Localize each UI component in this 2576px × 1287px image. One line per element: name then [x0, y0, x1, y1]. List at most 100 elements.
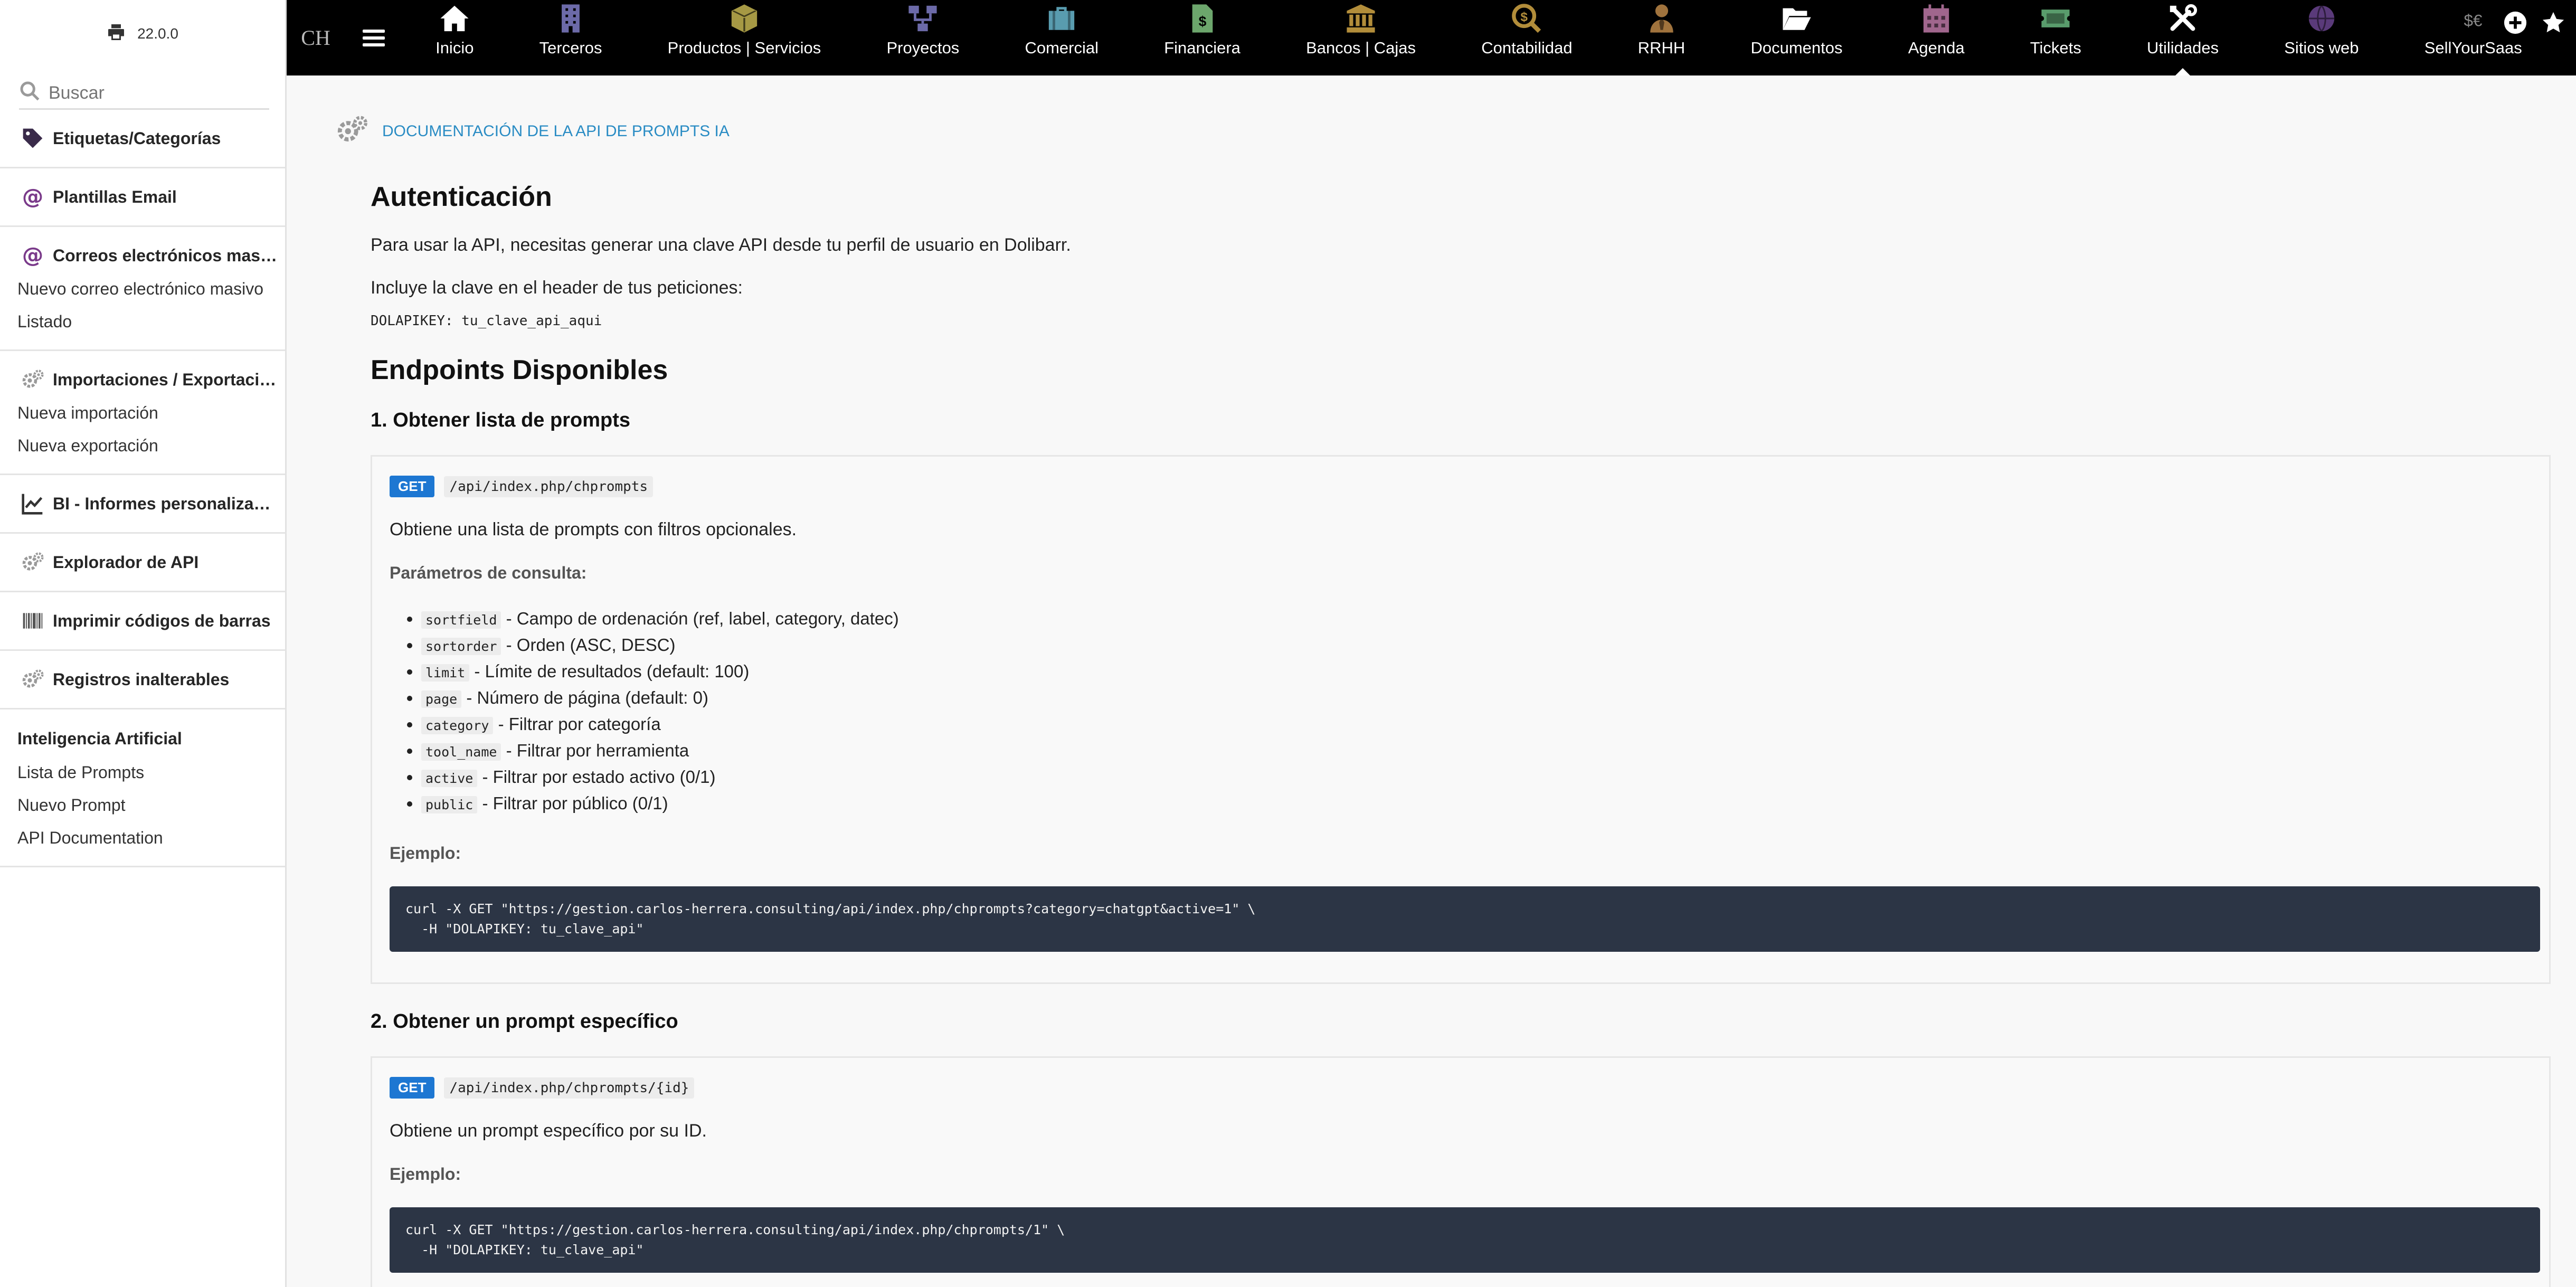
sidebar-menu-heading[interactable]: Explorador de API: [0, 545, 285, 579]
star-icon[interactable]: [2541, 11, 2565, 37]
sidebar-submenu-item[interactable]: Nuevo correo electrónico masivo: [0, 272, 285, 305]
sidebar-submenu-item[interactable]: API Documentation: [0, 821, 285, 854]
bank-icon: [1345, 3, 1377, 34]
saas-icon: $€: [2457, 3, 2489, 34]
sidebar-menu-heading[interactable]: Registros inalterables: [0, 663, 285, 696]
auth-heading: Autenticación: [371, 182, 552, 212]
ticket-icon: [2040, 3, 2071, 34]
param-name: public: [421, 796, 478, 813]
accounting-icon: $: [1511, 3, 1542, 34]
version-label: 22.0.0: [137, 25, 178, 42]
printer-icon[interactable]: [107, 23, 126, 45]
sidebar-menu: Etiquetas/Categorías @ Plantillas Email @ Co…: [0, 110, 285, 867]
folder-open-icon: [1781, 3, 1813, 34]
topnav-item-sitios-web[interactable]: Sitios web: [2284, 0, 2359, 75]
sidebar-block: Importaciones / Exportaciones Nueva impor…: [0, 351, 285, 475]
endpoint-card: GET/api/index.php/chprompts/{id} Obtiene …: [371, 1056, 2551, 1287]
sidebar-submenu-item[interactable]: Listado: [0, 305, 285, 338]
http-method-badge: GET: [390, 476, 435, 497]
top-right-actions: [2503, 11, 2565, 37]
topnav-item-contabilidad[interactable]: $ Contabilidad: [1481, 0, 1573, 75]
top-navbar: CH Inicio Terceros Productos | Servicios Pr…: [287, 0, 2576, 75]
gears-icon: [336, 113, 368, 149]
topnav-item-inicio[interactable]: Inicio: [435, 0, 473, 75]
sidebar-menu-heading[interactable]: Importaciones / Exportaciones: [0, 363, 285, 396]
param-item: public - Filtrar por público (0/1): [421, 791, 2532, 817]
topnav-item-utilidades[interactable]: Utilidades: [2147, 0, 2219, 75]
sidebar-submenu-item[interactable]: Nueva exportación: [0, 429, 285, 462]
search-box[interactable]: ▼: [19, 78, 301, 110]
topnav-item-label: Inicio: [435, 39, 474, 57]
endpoint-description: Obtiene una lista de prompts con filtros…: [390, 519, 797, 540]
sidebar-block: Imprimir códigos de barras: [0, 592, 285, 651]
auth-paragraph-2: Incluye la clave en el header de tus pet…: [371, 278, 743, 298]
example-code-block[interactable]: curl -X GET "https://gestion.carlos-herr…: [390, 886, 2540, 952]
sidebar-menu-heading-label: Etiquetas/Categorías: [53, 128, 221, 148]
topnav-item-documentos[interactable]: Documentos: [1750, 0, 1843, 75]
auth-paragraph-1: Para usar la API, necesitas generar una …: [371, 235, 1071, 255]
endpoint-card: GET/api/index.php/chprompts Obtiene una l…: [371, 455, 2551, 984]
suitcase-icon: [1046, 3, 1077, 34]
topnav-item-label: Utilidades: [2146, 39, 2219, 57]
left-sidebar: 22.0.0 ▼ Etiquetas/Categorías @ Plantillas…: [0, 0, 301, 1287]
page-header: DOCUMENTACIÓN DE LA API DE PROMPTS IA: [336, 113, 730, 149]
param-description: - Límite de resultados (default: 100): [469, 661, 750, 681]
param-item: sortorder - Orden (ASC, DESC): [421, 632, 2532, 659]
sidebar-menu-heading[interactable]: Imprimir códigos de barras: [0, 604, 285, 638]
plus-circle-icon[interactable]: [2503, 11, 2527, 37]
topnav-item-comercial[interactable]: Comercial: [1025, 0, 1098, 75]
sidebar-submenu-item[interactable]: Lista de Prompts: [0, 756, 285, 789]
sidebar-menu-heading[interactable]: Inteligencia Artificial: [0, 721, 285, 756]
topnav-item-tickets[interactable]: Tickets: [2030, 0, 2081, 75]
svg-text:@: @: [22, 244, 43, 267]
sidebar-menu-heading-label: BI - Informes personalizados: [53, 494, 280, 513]
svg-text:$: $: [1521, 10, 1528, 24]
topnav-item-proyectos[interactable]: Proyectos: [886, 0, 959, 75]
main-content: DOCUMENTACIÓN DE LA API DE PROMPTS IA Au…: [288, 75, 2576, 1287]
gears-icon: [21, 551, 53, 574]
param-name: page: [421, 690, 462, 708]
example-code-block[interactable]: curl -X GET "https://gestion.carlos-herr…: [390, 1207, 2540, 1273]
param-item: page - Número de página (default: 0): [421, 685, 2532, 712]
topnav-item-label: Contabilidad: [1481, 39, 1573, 57]
endpoint-description: Obtiene un prompt específico por su ID.: [390, 1121, 707, 1141]
param-description: - Filtrar por herramienta: [501, 741, 689, 760]
search-icon: [19, 80, 40, 106]
tools-icon: [2167, 3, 2199, 34]
params-label: Parámetros de consulta:: [390, 563, 587, 582]
endpoint-signature: GET/api/index.php/chprompts: [390, 476, 2532, 497]
param-name: sortfield: [421, 611, 501, 629]
svg-text:$: $: [1198, 13, 1206, 29]
calendar-icon: [1920, 3, 1952, 34]
sidebar-submenu-item[interactable]: Nuevo Prompt: [0, 789, 285, 821]
topnav-item-financiera[interactable]: $ Financiera: [1164, 0, 1240, 75]
topnav-item-label: Productos | Servicios: [667, 39, 821, 57]
menu-toggle-button[interactable]: [345, 0, 403, 75]
sidebar-submenu-item[interactable]: Nueva importación: [0, 396, 285, 429]
sidebar-menu-heading[interactable]: Etiquetas/Categorías: [0, 121, 285, 155]
param-item: sortfield - Campo de ordenación (ref, la…: [421, 606, 2532, 632]
page-title: DOCUMENTACIÓN DE LA API DE PROMPTS IA: [382, 122, 730, 140]
sidebar-block: @ Plantillas Email: [0, 168, 285, 227]
topnav-item-label: RRHH: [1637, 39, 1685, 57]
param-item: tool_name - Filtrar por herramienta: [421, 738, 2532, 764]
company-logo[interactable]: CH: [287, 0, 345, 75]
topnav-item-rrhh[interactable]: RRHH: [1638, 0, 1685, 75]
topnav-item-label: Tickets: [2030, 39, 2081, 57]
hamburger-icon: [363, 29, 385, 46]
sidebar-menu-heading[interactable]: @ Plantillas Email: [0, 180, 285, 214]
search-input[interactable]: [49, 83, 282, 103]
sidebar-menu-heading[interactable]: @ Correos electrónicos masivos: [0, 239, 285, 272]
param-description: - Campo de ordenación (ref, label, categ…: [501, 609, 899, 628]
topnav-item-terceros[interactable]: Terceros: [539, 0, 602, 75]
param-description: - Orden (ASC, DESC): [501, 635, 676, 655]
sidebar-menu-heading-label: Correos electrónicos masivos: [53, 245, 280, 265]
topnav-item-bancos-cajas[interactable]: Bancos | Cajas: [1306, 0, 1416, 75]
param-name: sortorder: [421, 638, 501, 655]
sidebar-menu-heading[interactable]: BI - Informes personalizados: [0, 487, 285, 521]
topnav-item-agenda[interactable]: Agenda: [1908, 0, 1965, 75]
sidebar-block: Etiquetas/Categorías: [0, 110, 285, 168]
at-icon: @: [21, 185, 53, 209]
topnav-item-productos-servicios[interactable]: Productos | Servicios: [668, 0, 821, 75]
param-description: - Filtrar por categoría: [493, 714, 661, 734]
